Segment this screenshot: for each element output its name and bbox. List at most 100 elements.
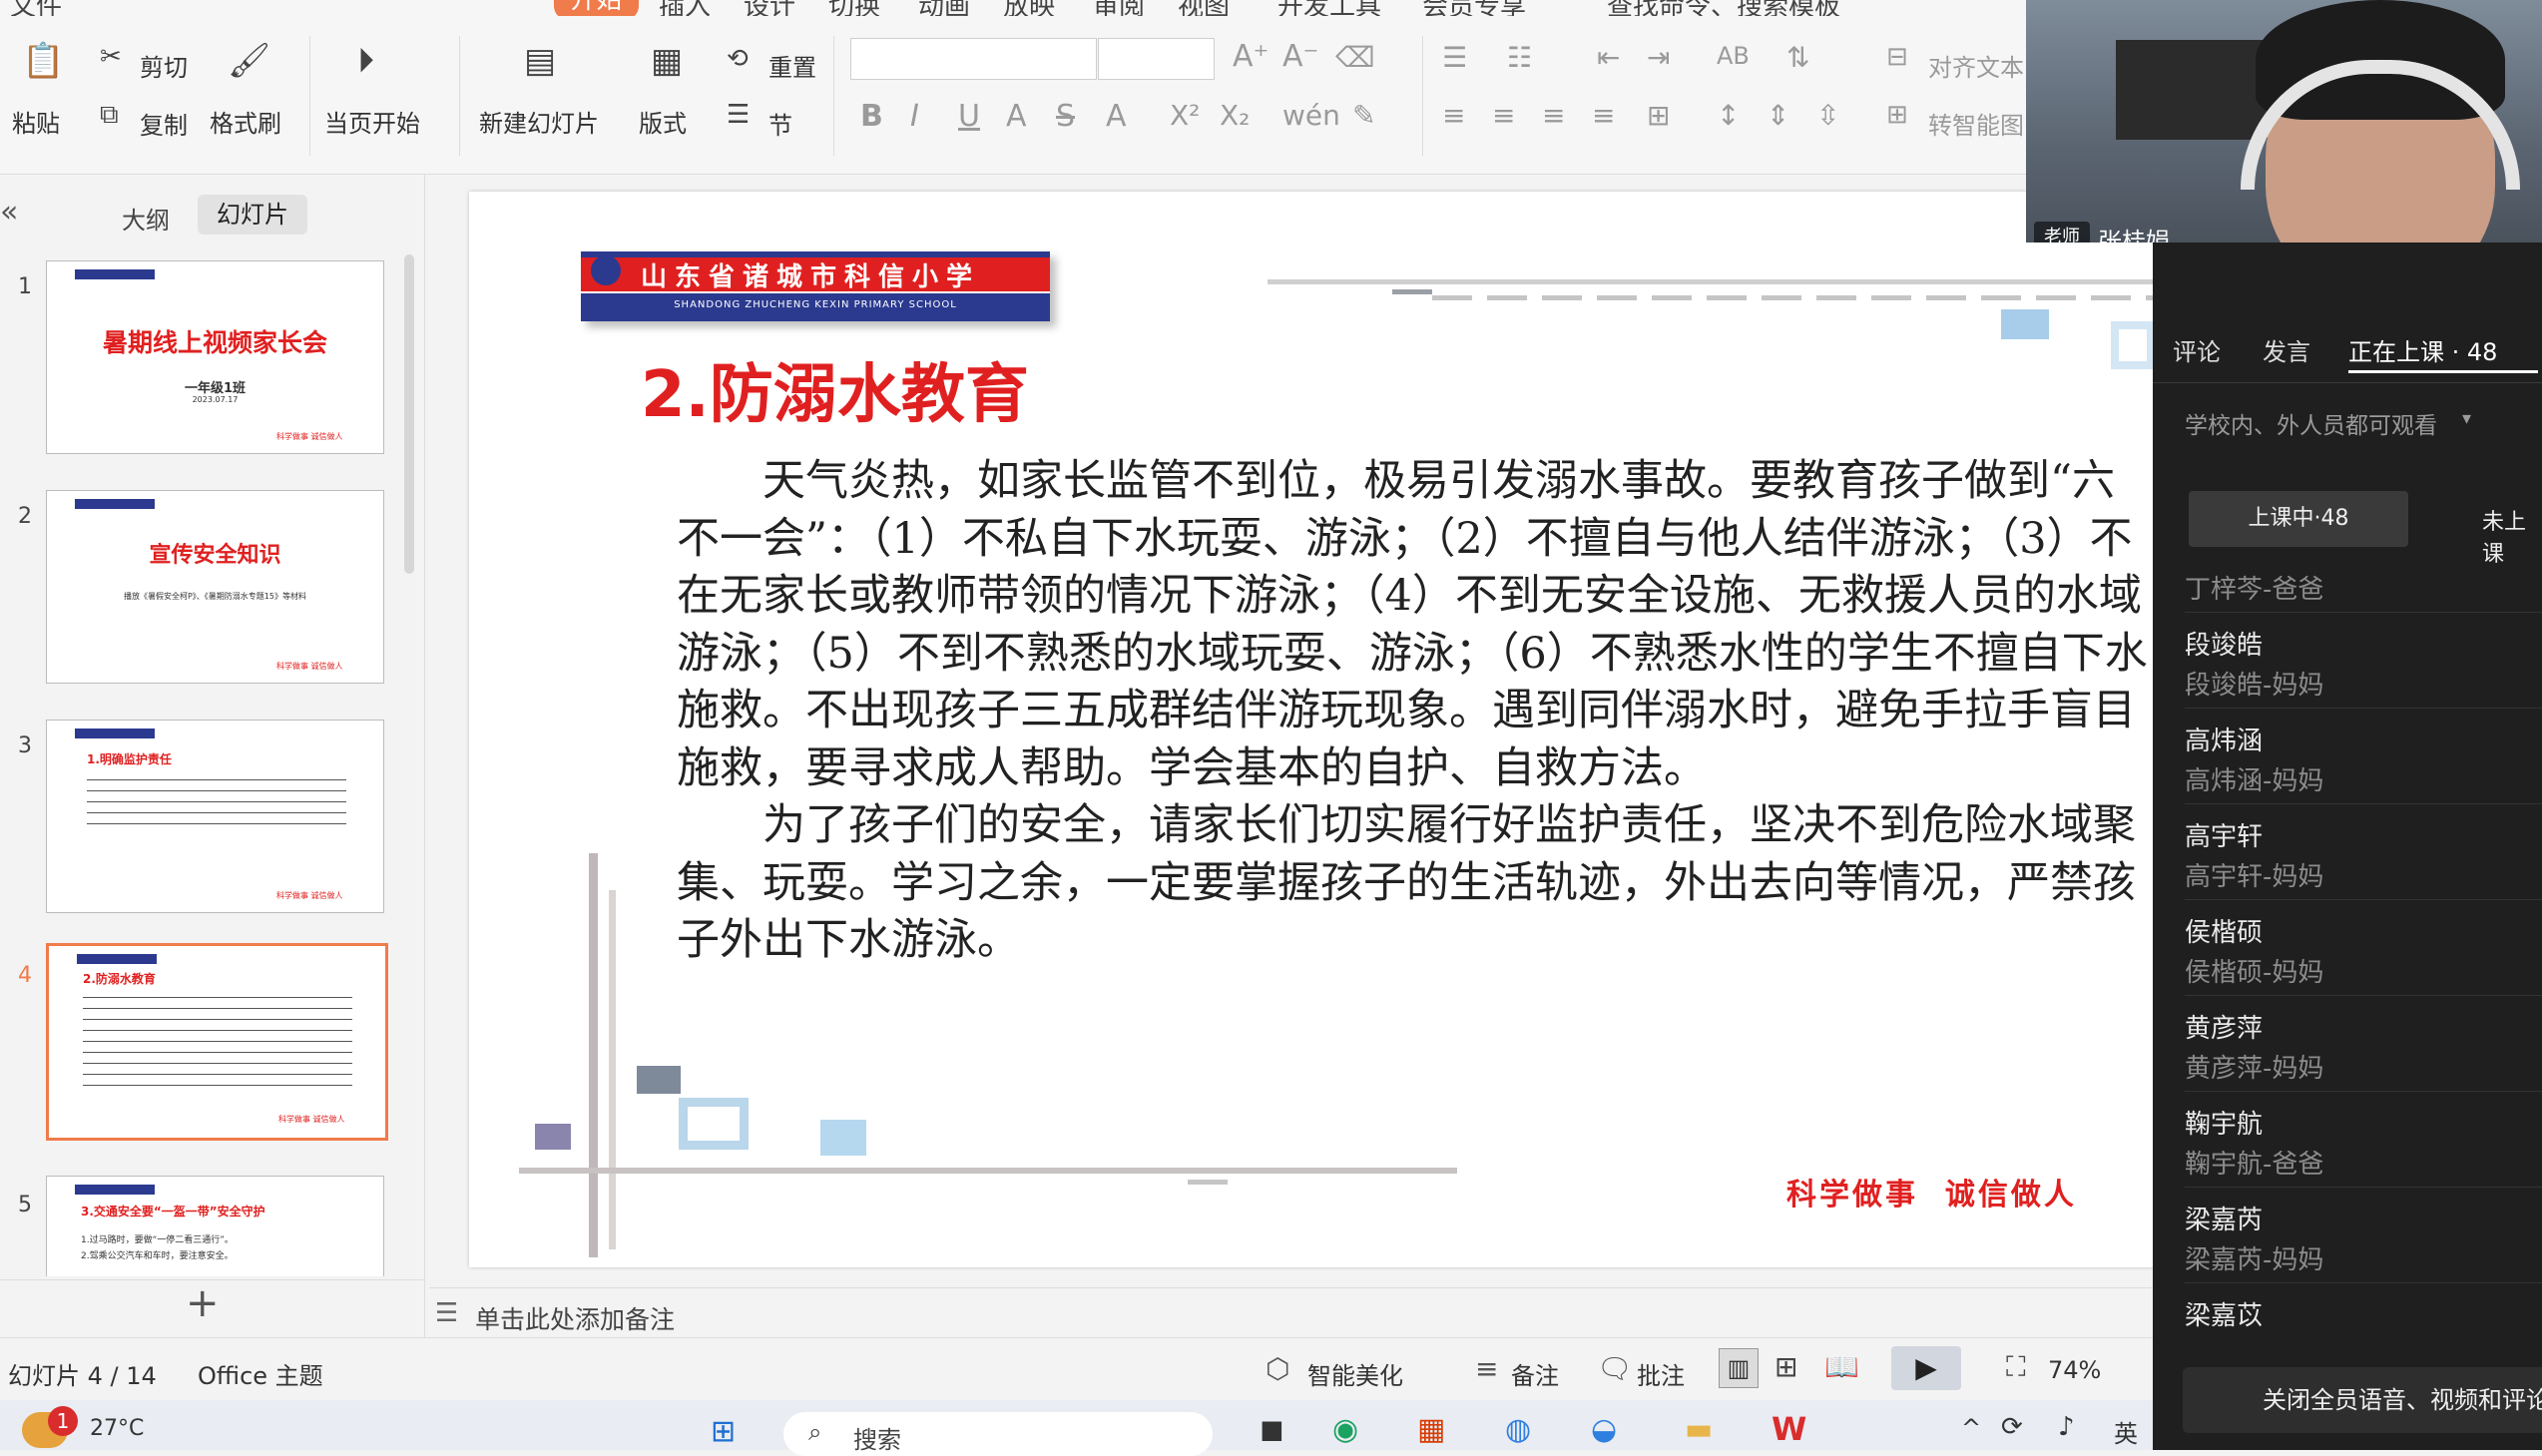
menu-member[interactable]: 会员专享 bbox=[1422, 0, 1526, 16]
slide-canvas[interactable]: 山东省诸城市科信小学 SHANDONG ZHUCHENG KEXIN PRIMA… bbox=[469, 192, 2156, 1267]
to-smartart-button[interactable]: 转智能图 bbox=[1928, 106, 2024, 141]
font-size-select[interactable] bbox=[1098, 38, 1215, 80]
align-center-icon[interactable]: ≡ bbox=[1492, 102, 1515, 130]
store-icon[interactable]: ▦ bbox=[1417, 1412, 1445, 1447]
beautify-icon[interactable]: ⬡ bbox=[1266, 1352, 1289, 1385]
layout-icon[interactable]: ▦ bbox=[651, 44, 683, 78]
justify-icon[interactable]: ≡ bbox=[1592, 102, 1615, 130]
text-effect-icon[interactable]: A bbox=[1006, 102, 1027, 132]
font-color-icon[interactable]: A bbox=[1106, 102, 1127, 132]
zoom-level[interactable]: 74% bbox=[2048, 1356, 2101, 1384]
decrease-font-icon[interactable]: A⁻ bbox=[1282, 42, 1318, 72]
menu-devtools[interactable]: 开发工具 bbox=[1277, 0, 1381, 16]
slide-thumbnail-4[interactable]: 2.防溺水教育 科学做事 诚信做人 bbox=[46, 943, 388, 1141]
beautify-button[interactable]: 智能美化 bbox=[1307, 1356, 1403, 1391]
wps-icon[interactable]: W bbox=[1772, 1410, 1806, 1448]
reset-button[interactable]: 重置 bbox=[768, 48, 816, 83]
comment-button[interactable]: 批注 bbox=[1637, 1356, 1685, 1391]
menu-review[interactable]: 审阅 bbox=[1093, 0, 1145, 16]
filter-in-class[interactable]: 上课中·48 bbox=[2189, 491, 2408, 547]
tray-icon[interactable]: ⟳ bbox=[2001, 1412, 2023, 1442]
align-left-icon[interactable]: ≡ bbox=[1442, 102, 1465, 130]
paste-icon[interactable]: 📋 bbox=[22, 44, 64, 78]
new-slide-icon[interactable]: ▤ bbox=[524, 44, 556, 78]
close-all-media-button[interactable]: 关闭全员语音、视频和评论 bbox=[2183, 1367, 2542, 1433]
spacing-options-icon[interactable]: ⇳ bbox=[1816, 102, 1839, 130]
slide-thumbnail-2[interactable]: 宣传安全知识 播放《暑假安全柯P》、《暑期防溺水专题15》等材料 科学做事 诚信… bbox=[46, 490, 384, 684]
play-slideshow-icon[interactable]: ▶ bbox=[1891, 1346, 1961, 1390]
tab-speak[interactable]: 发言 bbox=[2263, 332, 2310, 367]
slide-thumbnail-3[interactable]: 1.明确监护责任 科学做事 诚信做人 bbox=[46, 720, 384, 913]
comment-icon[interactable]: 🗨 bbox=[1597, 1352, 1633, 1385]
copy-button[interactable]: 复制 bbox=[140, 106, 188, 141]
section-button[interactable]: 节 bbox=[768, 106, 792, 141]
highlight-icon[interactable]: ✎ bbox=[1352, 102, 1375, 130]
collapse-pane-icon[interactable]: « bbox=[0, 195, 18, 230]
filter-not-in-class[interactable]: 未上课 bbox=[2482, 504, 2542, 568]
slide-thumbnail-1[interactable]: 暑期线上视频家长会 一年级1班 2023.07.17 科学做事 诚信做人 bbox=[46, 260, 384, 454]
reading-view-icon[interactable]: 📖 bbox=[1824, 1350, 1859, 1383]
play-from-current-button[interactable]: 当页开始 bbox=[324, 104, 420, 139]
slide-thumbnail-5[interactable]: 3.交通安全要“一盔一带”安全守护 1.过马路时，要做“一停二看三通行”。 2.… bbox=[46, 1176, 384, 1276]
add-slide-button[interactable]: + bbox=[186, 1280, 220, 1326]
menu-animation[interactable]: 动画 bbox=[918, 0, 970, 16]
app-icon[interactable]: ◼ bbox=[1260, 1412, 1284, 1447]
sorter-view-icon[interactable]: ⊞ bbox=[1775, 1350, 1797, 1383]
para-spacing-icon[interactable]: ⇕ bbox=[1767, 102, 1789, 130]
line-spacing-icon[interactable]: ↕ bbox=[1717, 102, 1740, 130]
char-spacing-icon[interactable]: AB bbox=[1717, 44, 1750, 68]
start-icon[interactable]: ⊞ bbox=[711, 1414, 736, 1449]
bullets-icon[interactable]: ☰ bbox=[1442, 44, 1467, 72]
visibility-select[interactable]: 学校内、外人员都可观看 bbox=[2185, 406, 2437, 440]
decrease-indent-icon[interactable]: ⇤ bbox=[1597, 44, 1620, 72]
menu-search[interactable]: 查找命令、搜索模板 bbox=[1607, 0, 1840, 16]
align-right-icon[interactable]: ≡ bbox=[1542, 102, 1565, 130]
tab-in-class[interactable]: 正在上课 · 48 bbox=[2348, 332, 2497, 367]
paste-button[interactable]: 粘贴 bbox=[12, 104, 60, 139]
notes-area[interactable]: ☰ 单击此处添加备注 bbox=[429, 1287, 2153, 1336]
normal-view-icon[interactable]: ▥ bbox=[1719, 1348, 1759, 1388]
menu-slideshow[interactable]: 放映 bbox=[1003, 0, 1055, 16]
menu-view[interactable]: 视图 bbox=[1178, 0, 1230, 16]
notes-toggle-button[interactable]: 备注 bbox=[1511, 1356, 1559, 1391]
underline-icon[interactable]: U bbox=[958, 102, 980, 132]
section-icon[interactable]: ☰ bbox=[727, 102, 750, 128]
app-icon[interactable]: ◒ bbox=[1591, 1412, 1617, 1447]
reset-icon[interactable]: ⟲ bbox=[727, 46, 749, 72]
new-slide-button[interactable]: 新建幻灯片 bbox=[479, 104, 599, 139]
italic-icon[interactable]: I bbox=[910, 102, 919, 132]
copy-icon[interactable]: ⧉ bbox=[100, 102, 119, 128]
increase-indent-icon[interactable]: ⇥ bbox=[1647, 44, 1670, 72]
align-text-button[interactable]: 对齐文本 bbox=[1928, 48, 2024, 83]
format-painter-button[interactable]: 格式刷 bbox=[210, 104, 281, 139]
tab-comments[interactable]: 评论 bbox=[2173, 332, 2221, 367]
subscript-icon[interactable]: X₂ bbox=[1220, 102, 1250, 130]
distribute-icon[interactable]: ⊞ bbox=[1647, 102, 1670, 130]
menu-home[interactable]: 开始 bbox=[554, 0, 639, 16]
search-box[interactable] bbox=[783, 1412, 1213, 1456]
menu-file[interactable]: 文件 bbox=[10, 0, 62, 16]
notes-toggle-icon[interactable]: ≡ bbox=[1475, 1352, 1498, 1385]
font-family-select[interactable] bbox=[850, 38, 1097, 80]
cut-button[interactable]: 剪切 bbox=[140, 48, 188, 83]
clear-format-icon[interactable]: ⌫ bbox=[1335, 44, 1375, 72]
chevron-down-icon[interactable]: ▾ bbox=[2462, 408, 2471, 429]
phonetic-icon[interactable]: wén bbox=[1282, 102, 1340, 130]
app-icon[interactable]: ◍ bbox=[1505, 1412, 1531, 1447]
format-painter-icon[interactable]: 🖌 bbox=[228, 44, 270, 78]
edge-icon[interactable]: ◉ bbox=[1332, 1412, 1358, 1447]
tab-outline[interactable]: 大纲 bbox=[122, 201, 170, 236]
tab-slides[interactable]: 幻灯片 bbox=[198, 195, 307, 235]
folder-icon[interactable]: ▬ bbox=[1685, 1412, 1713, 1447]
scissors-icon[interactable]: ✂ bbox=[100, 44, 122, 70]
sort-icon[interactable]: ⇅ bbox=[1786, 44, 1809, 72]
play-icon[interactable]: ⏵ bbox=[357, 44, 374, 78]
menu-insert[interactable]: 插入 bbox=[659, 0, 711, 16]
teacher-video[interactable]: 老师 张桂娟 bbox=[2026, 0, 2542, 243]
numbering-icon[interactable]: ☷ bbox=[1507, 44, 1532, 72]
ime-indicator[interactable]: 英 bbox=[2114, 1414, 2138, 1449]
tray-chevron-icon[interactable]: ^ bbox=[1961, 1414, 1981, 1442]
thumb-scrollbar[interactable] bbox=[404, 254, 414, 574]
align-text-icon[interactable]: ⊟ bbox=[1886, 44, 1908, 70]
fit-window-icon[interactable]: ⛶ bbox=[2006, 1350, 2026, 1384]
